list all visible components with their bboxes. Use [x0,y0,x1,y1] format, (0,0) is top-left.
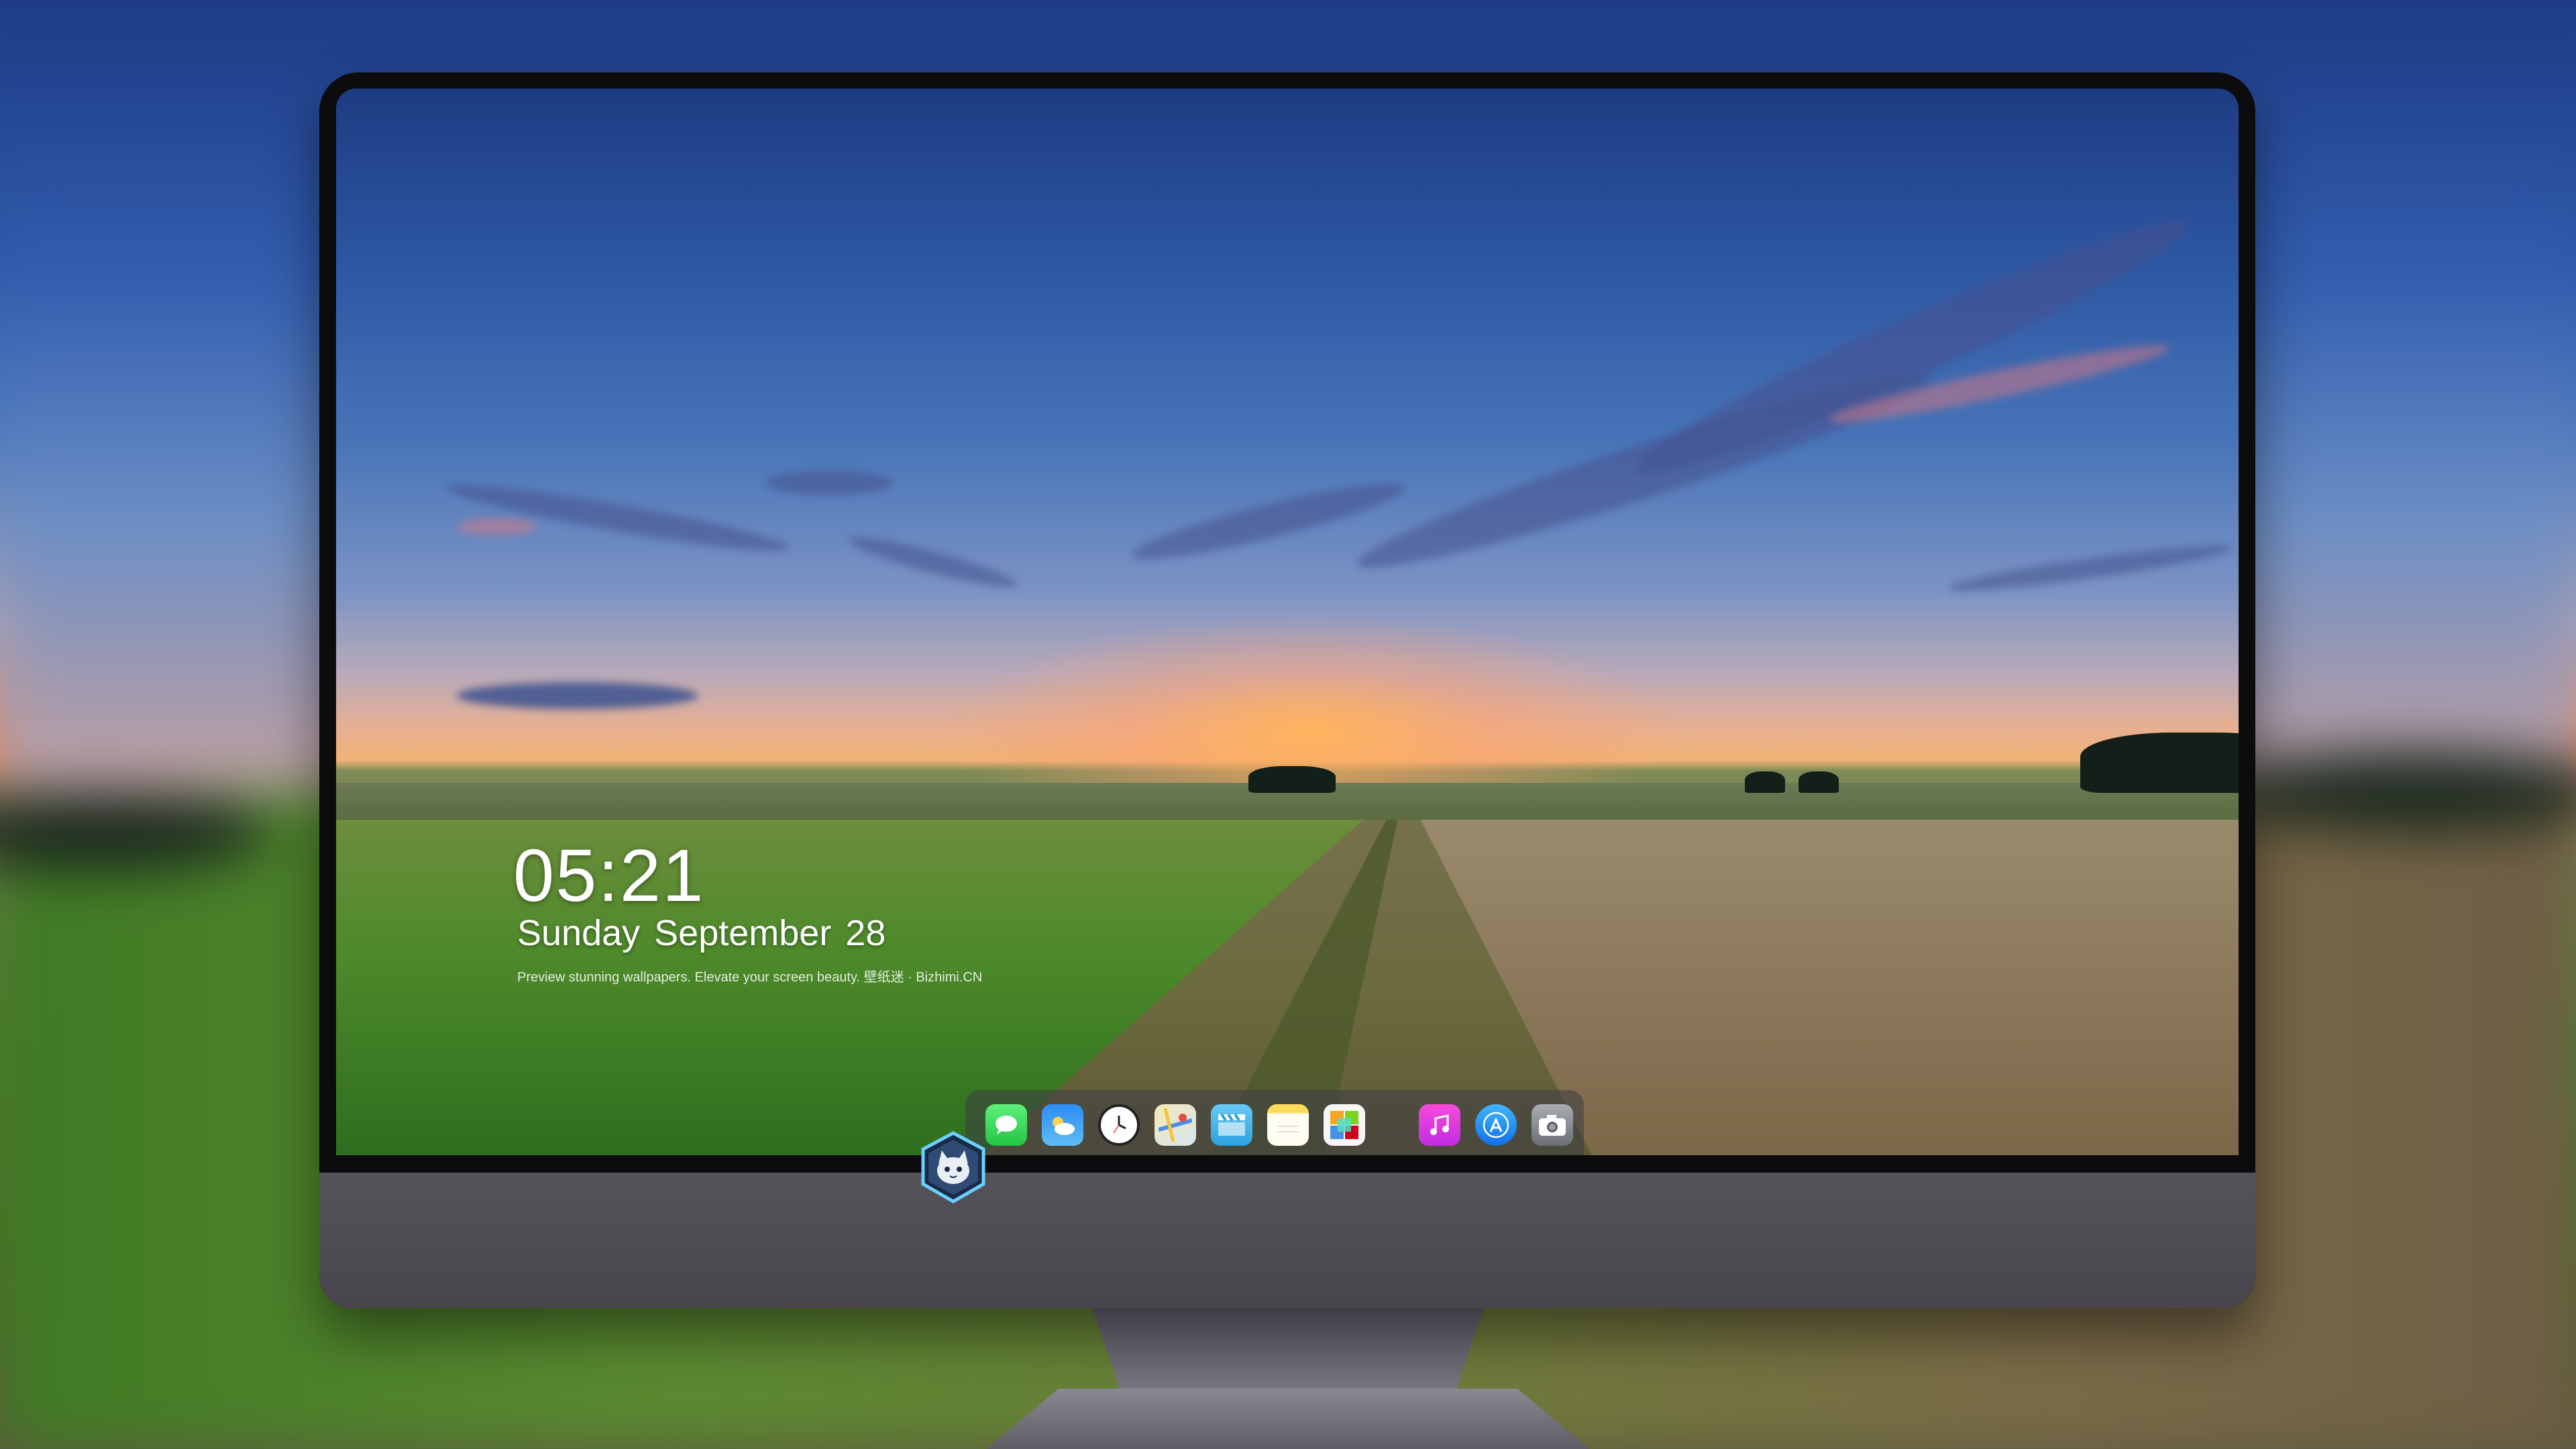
notes-icon[interactable] [1267,1104,1309,1146]
messages-icon[interactable] [985,1104,1027,1146]
lockscreen-clock: 05:21 [513,835,705,917]
camera-icon[interactable] [1532,1104,1573,1146]
wallpaper-tagline: Preview stunning wallpapers. Elevate you… [517,970,983,985]
monitor: 05:21 Sunday September 28 Preview stunni… [319,72,2255,1308]
monitor-chin [319,1173,2255,1308]
monitor-stand-base [986,1389,1590,1449]
dock [965,1090,1584,1155]
photos-icon[interactable] [1324,1104,1365,1146]
app-store-icon[interactable] [1475,1104,1517,1146]
music-icon[interactable] [1419,1104,1460,1146]
cat-mascot-logo-icon [916,1130,990,1204]
clips-icon[interactable] [1211,1104,1252,1146]
clock-icon[interactable] [1098,1104,1140,1146]
monitor-stand-neck [1092,1308,1484,1395]
lockscreen-date: Sunday September 28 [517,913,886,953]
weather-icon[interactable] [1042,1104,1083,1146]
screen: 05:21 Sunday September 28 Preview stunni… [336,89,2239,1155]
maps-icon[interactable] [1155,1104,1196,1146]
